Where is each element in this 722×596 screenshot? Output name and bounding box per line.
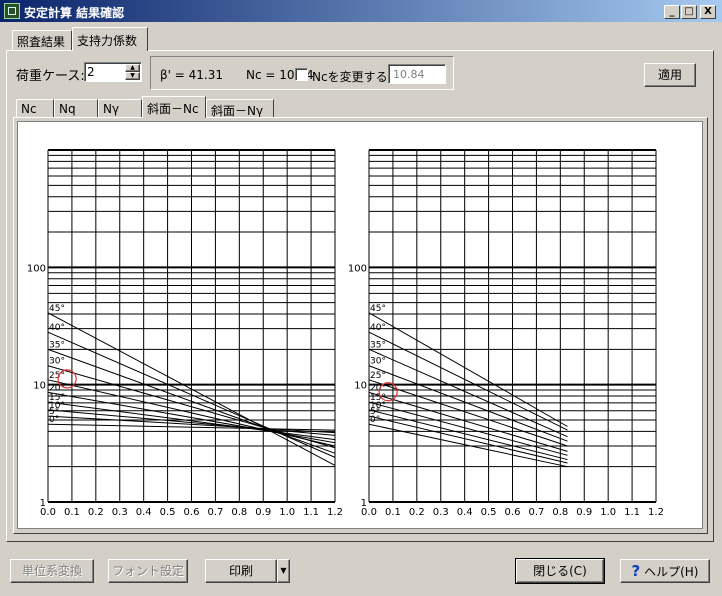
- curve-label: 20°: [49, 383, 65, 393]
- series-line: [368, 401, 568, 456]
- x-tick-label: 0.5: [160, 507, 176, 518]
- tab-bearing-capacity[interactable]: 支持力係数: [72, 27, 148, 51]
- x-tick-label: 1.1: [624, 507, 640, 518]
- series-line: [368, 423, 568, 468]
- x-tick-label: 0.6: [505, 507, 521, 518]
- curve-label: 35°: [370, 340, 386, 350]
- x-tick-label: 0.8: [231, 507, 247, 518]
- series-line: [368, 391, 568, 452]
- print-dropdown-icon[interactable]: ▼: [277, 559, 290, 583]
- window-title: 安定計算 結果確認: [24, 6, 125, 20]
- series-line: [368, 365, 568, 442]
- x-tick-label: 0.1: [385, 507, 401, 518]
- x-tick-label: 0.8: [552, 507, 568, 518]
- x-tick-label: 0.3: [433, 507, 449, 518]
- series-line: [368, 348, 568, 438]
- maximize-button[interactable]: □: [681, 5, 697, 19]
- tab-check-results[interactable]: 照査結果: [12, 30, 72, 50]
- font-settings-button[interactable]: フォント設定: [108, 559, 188, 583]
- x-tick-label: 0.2: [88, 507, 104, 518]
- minimize-button[interactable]: _: [664, 5, 680, 19]
- tab-label: 斜面－Nc: [147, 102, 199, 116]
- curve-label: 0°: [370, 415, 380, 425]
- x-tick-label: 1.0: [600, 507, 616, 518]
- close-button[interactable]: 閉じる(C): [515, 558, 605, 584]
- unit-convert-button[interactable]: 単位系変換: [10, 559, 94, 583]
- curve-label: 35°: [49, 340, 65, 350]
- y-tick-label: 100: [348, 263, 367, 274]
- curve-label: 40°: [370, 323, 386, 333]
- x-tick-label: 0.5: [481, 507, 497, 518]
- curve-label: 0°: [49, 415, 59, 425]
- change-nc-label: Ncを変更する: [312, 70, 388, 84]
- y-tick-label: 10: [33, 381, 46, 392]
- tab-nc[interactable]: Nc: [16, 99, 54, 117]
- series-line: [368, 409, 568, 461]
- tab-label: 支持力係数: [77, 34, 138, 48]
- help-icon: ?: [631, 562, 641, 580]
- x-tick-label: 0.4: [457, 507, 473, 518]
- apply-button[interactable]: 適用: [644, 63, 696, 87]
- curve-label: 40°: [49, 323, 65, 333]
- charts-svg: 1101000.0 0.1 0.2 0.3 0.4 0.5 0.6 0.7 0.8 0.9 1.0 1…: [27, 149, 664, 518]
- x-tick-label: 0.7: [207, 507, 223, 518]
- curve-label: 25°: [49, 371, 65, 381]
- y-tick-label: 100: [27, 263, 46, 274]
- tab-slope-nc[interactable]: 斜面－Nc: [142, 96, 206, 118]
- tab-label: Nγ: [103, 102, 120, 116]
- tab-ngamma[interactable]: Nγ: [98, 99, 142, 117]
- change-nc-checkbox[interactable]: [295, 68, 308, 81]
- spin-up-icon[interactable]: ▲: [125, 64, 140, 72]
- x-tick-label: 0.4: [136, 507, 152, 518]
- curve-label: 30°: [49, 357, 65, 367]
- curve-label: 30°: [370, 357, 386, 367]
- close-window-button[interactable]: X: [700, 5, 716, 19]
- x-tick-label: 0.0: [361, 507, 377, 518]
- beta-value: β' = 41.31: [160, 68, 223, 82]
- chart-area: 1 10 100 0.0 0.1 0.2 0.3 0.4 0.5 0.6 0.7 0.8 0.9 1.0 1…: [17, 121, 703, 529]
- tab-label: 斜面－Nγ: [211, 104, 264, 118]
- x-tick-label: 0.7: [528, 507, 544, 518]
- x-tick-label: 0.2: [409, 507, 425, 518]
- print-button[interactable]: 印刷: [205, 559, 277, 583]
- x-tick-label: 1.0: [279, 507, 295, 518]
- load-case-label: 荷重ケース:: [16, 69, 85, 84]
- x-tick-label: 1.1: [303, 507, 319, 518]
- tab-label: 照査結果: [17, 35, 66, 49]
- x-tick-label: 0.1: [64, 507, 80, 518]
- help-button[interactable]: ? ヘルプ(H): [620, 559, 710, 583]
- x-tick-label: 0.9: [255, 507, 271, 518]
- spin-down-icon[interactable]: ▼: [125, 72, 140, 80]
- help-label: ヘルプ(H): [644, 565, 699, 579]
- app-icon: [4, 3, 20, 19]
- curve-label: 45°: [370, 304, 386, 314]
- load-case-spinner[interactable]: 2 ▲ ▼: [84, 62, 142, 82]
- series-line: [368, 312, 568, 427]
- series-line: [368, 331, 568, 431]
- y-tick-label: 10: [354, 381, 367, 392]
- tab-label: Nq: [59, 102, 76, 116]
- load-case-value: 2: [87, 65, 95, 79]
- x-tick-label: 0.3: [112, 507, 128, 518]
- tab-label: Nc: [21, 102, 37, 116]
- curve-label: 25°: [370, 371, 386, 381]
- x-tick-label: 1.2: [648, 507, 664, 518]
- x-tick-label: 0.9: [576, 507, 592, 518]
- tab-nq[interactable]: Nq: [54, 99, 98, 117]
- curve-label: 20°: [370, 383, 386, 393]
- x-tick-label: 0.0: [40, 507, 56, 518]
- curve-label: 45°: [49, 304, 65, 314]
- nc-override-field[interactable]: 10.84: [388, 64, 446, 84]
- title-bar: 安定計算 結果確認 _ □ X: [0, 0, 722, 22]
- x-tick-label: 0.6: [184, 507, 200, 518]
- x-tick-label: 1.2: [327, 507, 343, 518]
- tab-slope-ngamma[interactable]: 斜面－Nγ: [206, 99, 274, 118]
